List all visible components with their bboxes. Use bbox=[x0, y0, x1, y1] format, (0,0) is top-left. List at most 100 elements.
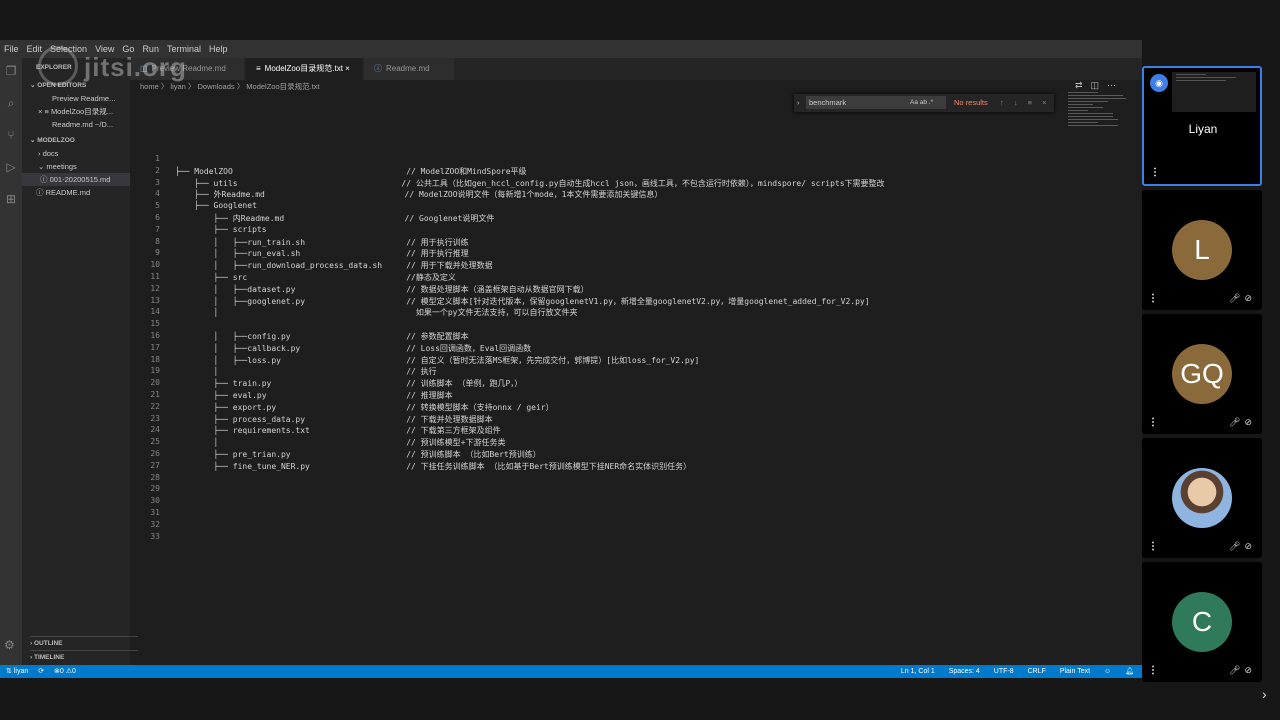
find-result: No results bbox=[954, 98, 988, 107]
feedback-icon[interactable]: ☺ bbox=[1104, 668, 1111, 675]
code-text: │ ├──run_train.sh // 用于执行训练 bbox=[175, 237, 469, 247]
split-editor-icon[interactable]: ◫ bbox=[1090, 80, 1107, 90]
code-text: │ ├──run_download_process_data.sh // 用于下… bbox=[175, 261, 493, 271]
close-icon[interactable]: × bbox=[345, 64, 350, 73]
more-options-icon[interactable]: ⋮ bbox=[1148, 293, 1158, 304]
find-options[interactable]: Aa ab .* bbox=[910, 96, 933, 109]
line-number: 7 bbox=[155, 224, 160, 234]
timeline-header[interactable]: › TIMELINE bbox=[30, 650, 138, 663]
encoding[interactable]: UTF-8 bbox=[994, 668, 1014, 675]
tab-modelzoo[interactable]: ≡ ModelZoo目录规范.txt × bbox=[246, 58, 362, 80]
folder-label: MODELZOO bbox=[37, 137, 75, 144]
jitsi-logo-icon bbox=[38, 46, 78, 86]
line-number: 5 bbox=[155, 201, 160, 211]
line-number: 12 bbox=[150, 283, 160, 293]
participant-tile[interactable]: C ⋮ 🎤︎⊘ bbox=[1142, 562, 1262, 682]
extensions-icon[interactable]: ⊞ bbox=[4, 192, 18, 206]
language-mode[interactable]: Plain Text bbox=[1060, 668, 1090, 675]
code-text: ├── utils // 公共工具（比如gen_hccl_config.py自动… bbox=[175, 178, 885, 188]
folder-header[interactable]: ⌄ MODELZOO bbox=[30, 134, 138, 147]
menu-file[interactable]: File bbox=[0, 44, 23, 54]
cursor-position[interactable]: Ln 1, Col 1 bbox=[901, 668, 935, 675]
status-bar: ⇅ liyan ⟳ ⊗0 ⚠0 Ln 1, Col 1 Spaces: 4 UT… bbox=[0, 665, 1142, 678]
code-text: ├── pre_trian.py // 预训练脚本 （比如Bert预训练） bbox=[175, 450, 541, 459]
code-text: │ ├──googlenet.py // 模型定义脚本[针对迭代版本，保留goo… bbox=[175, 296, 870, 306]
code-text: ├── requirements.txt // 下载第三方框架及组件 bbox=[175, 426, 501, 436]
toggle-replace-icon[interactable]: › bbox=[797, 96, 800, 109]
more-options-icon[interactable]: ⋮ bbox=[1148, 417, 1158, 428]
code-text: │ // 预训练模型+下游任务类 bbox=[175, 438, 506, 448]
line-number: 17 bbox=[150, 342, 160, 352]
filmstrip-toggle-icon[interactable]: › bbox=[1262, 686, 1267, 702]
line-number: 4 bbox=[155, 189, 160, 199]
line-number: 11 bbox=[150, 272, 160, 281]
code-text: │ ├──dataset.py // 数据处理脚本（涵盖框架自动从数据官网下载） bbox=[175, 284, 589, 294]
info-icon: ⓘ bbox=[374, 64, 382, 73]
more-options-icon[interactable]: ⋮ bbox=[1150, 167, 1160, 178]
find-nav[interactable]: ↑ ↓ ≡ × bbox=[1000, 96, 1051, 109]
line-number: 19 bbox=[150, 366, 160, 376]
more-options-icon[interactable]: ⋮ bbox=[1148, 541, 1158, 552]
screen: File Edit Selection View Go Run Terminal… bbox=[0, 0, 1280, 720]
code-editor[interactable]: 1 2 ├── ModelZOO // ModelZOO和MindSpore平级 3 … bbox=[130, 112, 1130, 541]
line-number: 8 bbox=[155, 236, 160, 246]
avatar-photo bbox=[1172, 468, 1232, 528]
vscode-window: File Edit Selection View Go Run Terminal… bbox=[0, 40, 1142, 678]
compare-icon[interactable]: ⇄ bbox=[1075, 80, 1091, 90]
tab-readme[interactable]: ⓘ Readme.md bbox=[364, 58, 454, 80]
files-icon[interactable]: ❐ bbox=[4, 64, 18, 78]
line-number: 1 bbox=[155, 154, 160, 163]
notifications-icon[interactable]: 🔔︎ bbox=[1125, 668, 1134, 675]
muted-icons: 🎤︎⊘ bbox=[1229, 541, 1256, 551]
participant-name: Liyan bbox=[1188, 122, 1218, 136]
menu-help[interactable]: Help bbox=[205, 44, 232, 54]
tab-label: ModelZoo目录规范.txt bbox=[264, 64, 343, 73]
muted-icons: 🎤︎⊘ bbox=[1229, 665, 1256, 675]
more-icon[interactable]: ⋯ bbox=[1107, 80, 1124, 90]
remote-icon[interactable]: ⇅ bbox=[6, 668, 12, 675]
tree-item-readme[interactable]: ⓘ README.md bbox=[36, 186, 144, 199]
indentation[interactable]: Spaces: 4 bbox=[949, 668, 980, 675]
line-number: 26 bbox=[150, 449, 160, 458]
problems-counter[interactable]: ⊗0 ⚠0 bbox=[54, 668, 76, 675]
tree-item-file[interactable]: ⓘ 001-20200515.md bbox=[22, 173, 130, 186]
more-options-icon[interactable]: ⋮ bbox=[1148, 665, 1158, 676]
settings-gear-icon[interactable]: ⚙ bbox=[4, 638, 15, 652]
sync-icon[interactable]: ⟳ bbox=[38, 668, 44, 675]
code-text: │ ├──config.py // 参数配置脚本 bbox=[175, 332, 469, 341]
open-editor-label: ModelZoo目录规... bbox=[50, 107, 114, 116]
code-text: ├── 内Readme.md // Googlenet说明文件 bbox=[175, 214, 495, 223]
outline-header[interactable]: › OUTLINE bbox=[30, 636, 138, 649]
text-file-icon: ≡ bbox=[256, 64, 261, 73]
code-text: ├── src //静态及定义 bbox=[175, 273, 456, 282]
line-number: 23 bbox=[150, 413, 160, 423]
line-number: 13 bbox=[150, 295, 160, 305]
search-icon[interactable]: ⌕ bbox=[4, 96, 18, 110]
participant-tile[interactable]: ⋮ 🎤︎⊘ bbox=[1142, 438, 1262, 558]
line-number: 20 bbox=[150, 378, 160, 388]
jitsi-watermark[interactable]: jitsi.org bbox=[84, 52, 187, 83]
editor-tabs: ◫ Preview Readme.md ≡ ModelZoo目录规范.txt × ⓘ… bbox=[130, 58, 1142, 90]
line-number: 30 bbox=[150, 496, 160, 506]
branch-label[interactable]: liyan bbox=[14, 668, 28, 675]
explorer-sidebar: EXPLORER ⌄ OPEN EDITORS Preview Readme..… bbox=[22, 58, 138, 665]
outline-label: OUTLINE bbox=[33, 640, 63, 647]
participant-tile[interactable]: L ⋮ 🎤︎⊘ bbox=[1142, 190, 1262, 310]
line-number: 32 bbox=[150, 519, 160, 529]
open-editor-item[interactable]: Preview Readme... bbox=[52, 92, 160, 105]
source-control-icon[interactable]: ⑂ bbox=[4, 128, 18, 142]
participant-tile-liyan[interactable]: ◉ Liyan ⋮ bbox=[1142, 66, 1262, 186]
avatar: GQ bbox=[1172, 344, 1232, 404]
line-number: 22 bbox=[150, 401, 160, 411]
muted-icons: 🎤︎⊘ bbox=[1229, 417, 1256, 427]
tree-label: README.md bbox=[45, 188, 91, 197]
avatar: C bbox=[1172, 592, 1232, 652]
participant-tile[interactable]: GQ ⋮ 🎤︎⊘ bbox=[1142, 314, 1262, 434]
code-text: ├── train.py // 训练脚本 （单例，跑几P，） bbox=[175, 379, 523, 389]
line-number: 3 bbox=[155, 177, 160, 187]
code-text: ├── fine_tune_NER.py // 下挂任务训练脚本 （比如基于Be… bbox=[175, 461, 692, 471]
line-number: 18 bbox=[150, 354, 160, 364]
run-debug-icon[interactable]: ▷ bbox=[4, 160, 18, 174]
end-of-line[interactable]: CRLF bbox=[1028, 668, 1046, 675]
muted-icons: 🎤︎⊘ bbox=[1229, 293, 1256, 303]
